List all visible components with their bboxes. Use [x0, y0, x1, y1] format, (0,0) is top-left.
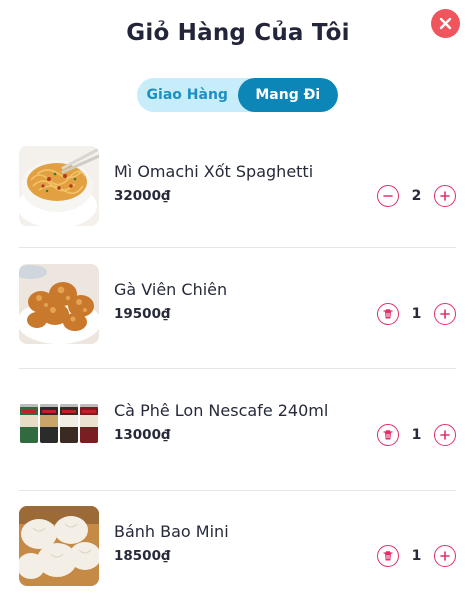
remove-item-button[interactable]: [377, 303, 399, 325]
decrease-button[interactable]: [377, 185, 399, 207]
quantity-stepper: 1: [377, 545, 456, 567]
quantity-stepper: 1: [377, 424, 456, 446]
increase-button[interactable]: [434, 303, 456, 325]
item-name: Bánh Bao Mini: [114, 522, 229, 541]
trash-icon: [383, 309, 393, 319]
increase-button[interactable]: [434, 545, 456, 567]
item-quantity: 1: [411, 548, 422, 564]
delivery-tab[interactable]: Giao Hàng: [137, 78, 238, 112]
divider: [19, 490, 456, 491]
cart-item: Bánh Bao Mini 18500₫ 1: [19, 506, 456, 586]
cart-item: Cà Phê Lon Nescafe 240ml 13000₫ 1: [19, 385, 456, 465]
item-price: 18500₫: [114, 548, 171, 564]
item-price: 13000₫: [114, 427, 171, 443]
remove-item-button[interactable]: [377, 424, 399, 446]
cart-panel: Giỏ Hàng Của Tôi Giao Hàng Mang Đi Mì Om…: [0, 0, 476, 605]
cart-item: Mì Omachi Xốt Spaghetti 32000₫ 2: [19, 146, 456, 226]
item-name: Mì Omachi Xốt Spaghetti: [114, 162, 314, 181]
quantity-stepper: 2: [377, 185, 456, 207]
trash-icon: [383, 430, 393, 440]
item-price: 32000₫: [114, 188, 171, 204]
item-image: [19, 506, 99, 586]
item-image: [19, 385, 99, 465]
order-mode-toggle: Giao Hàng Mang Đi: [137, 78, 338, 112]
page-title: Giỏ Hàng Của Tôi: [126, 20, 350, 46]
plus-icon: [440, 309, 450, 319]
close-icon: [439, 17, 452, 30]
item-quantity: 1: [411, 306, 422, 322]
quantity-stepper: 1: [377, 303, 456, 325]
minus-icon: [383, 195, 393, 197]
increase-button[interactable]: [434, 424, 456, 446]
item-price: 19500₫: [114, 306, 171, 322]
close-button[interactable]: [431, 9, 460, 38]
takeaway-tab[interactable]: Mang Đi: [237, 78, 338, 112]
item-quantity: 1: [411, 427, 422, 443]
divider: [19, 247, 456, 248]
divider: [19, 368, 456, 369]
increase-button[interactable]: [434, 185, 456, 207]
item-image: [19, 264, 99, 344]
remove-item-button[interactable]: [377, 545, 399, 567]
item-name: Gà Viên Chiên: [114, 280, 228, 299]
item-name: Cà Phê Lon Nescafe 240ml: [114, 401, 329, 420]
cart-item: Gà Viên Chiên 19500₫ 1: [19, 264, 456, 344]
plus-icon: [440, 551, 450, 561]
plus-icon: [440, 430, 450, 440]
plus-icon: [440, 191, 450, 201]
item-image: [19, 146, 99, 226]
trash-icon: [383, 551, 393, 561]
item-quantity: 2: [411, 188, 422, 204]
